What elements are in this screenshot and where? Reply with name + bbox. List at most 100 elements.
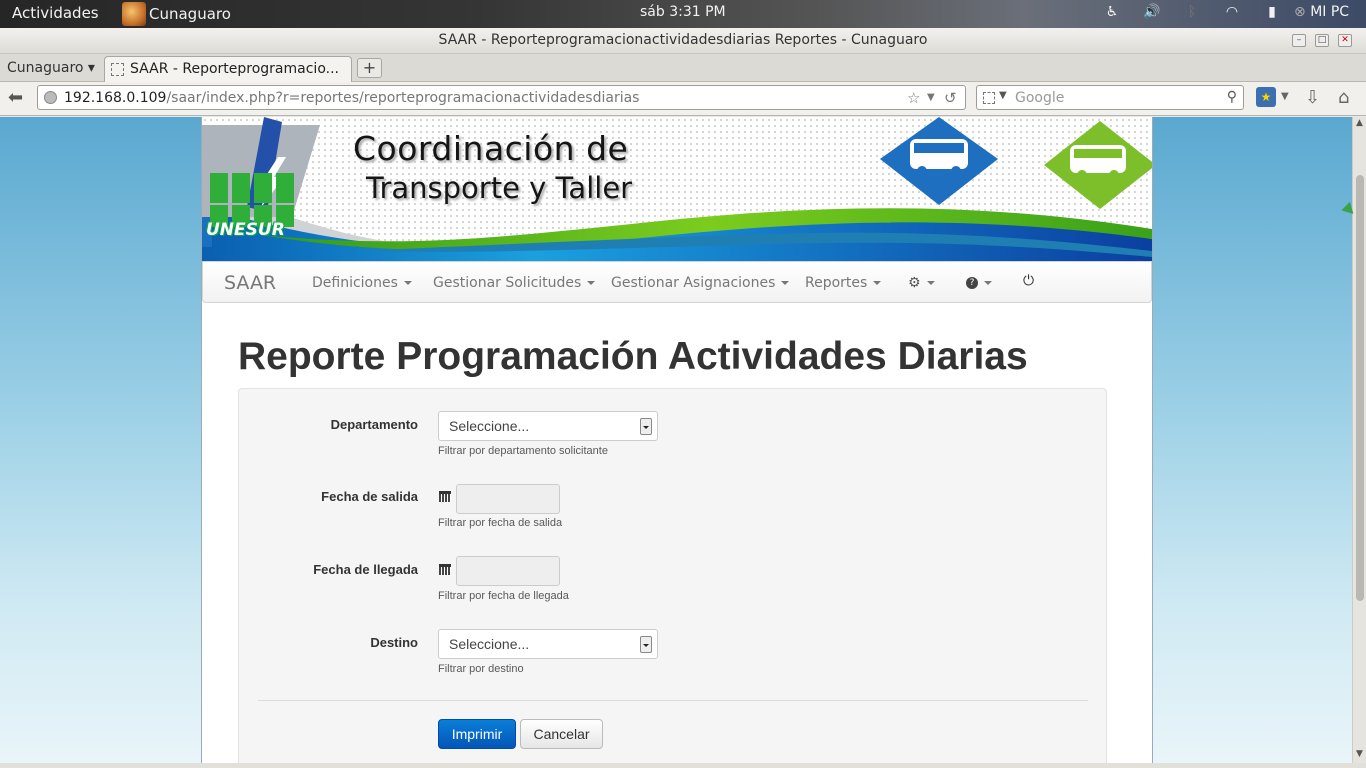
nav-gestionar-asignaciones-label: Gestionar Asignaciones (611, 275, 776, 291)
battery-icon[interactable]: ▮ (1252, 4, 1292, 20)
nav-gestionar-solicitudes-label: Gestionar Solicitudes (433, 275, 582, 291)
departamento-select[interactable]: Seleccione... (438, 411, 658, 441)
departamento-selected-value: Seleccione... (449, 418, 530, 434)
system-tray: ♿ 🔊 ᛒ ◠ ▮ (1092, 4, 1292, 20)
banner-graphics (202, 117, 1152, 261)
calendar-icon (439, 564, 451, 575)
window-title-bar: SAAR - Reporteprogramacionactividadesdia… (0, 28, 1366, 54)
home-icon[interactable]: ⌂ (1338, 87, 1349, 108)
header-banner: Coordinación de Transporte y Taller UNES… (202, 117, 1152, 261)
destino-selected-value: Seleccione... (449, 636, 530, 652)
nav-definiciones[interactable]: Definiciones (312, 275, 412, 291)
cancelar-button[interactable]: Cancelar (520, 719, 603, 749)
activities-button[interactable]: Actividades (12, 4, 99, 22)
maximize-window-icon[interactable]: □ (1315, 34, 1329, 47)
app-menu-label: Cunaguaro (149, 5, 231, 23)
search-engine-icon[interactable] (983, 92, 995, 104)
nav-help[interactable]: ? (966, 275, 992, 291)
caret-down-icon (984, 281, 992, 285)
caret-down-icon (403, 281, 412, 285)
reload-icon[interactable]: ↺ (944, 89, 957, 107)
active-tab[interactable]: SAAR - Reporteprogramacio... (104, 56, 352, 82)
destino-select[interactable]: Seleccione... (438, 629, 658, 659)
form-divider (258, 700, 1088, 701)
nav-definiciones-label: Definiciones (312, 275, 398, 291)
user-menu[interactable]: ⊗ MI PC (1294, 4, 1349, 20)
close-window-icon[interactable]: ✕ (1338, 34, 1352, 47)
back-arrow-icon[interactable]: ⬅ (8, 88, 28, 108)
fecha-salida-input[interactable] (456, 484, 560, 514)
bookmarks-dropdown-icon[interactable]: ▼ (1281, 91, 1289, 102)
bookmarks-icon[interactable]: ★ (1256, 87, 1276, 107)
destino-help: Filtrar por destino (438, 663, 524, 675)
page-scrollbar[interactable]: ▲ ▼ (1352, 117, 1366, 763)
web-viewport: Coordinación de Transporte y Taller UNES… (0, 117, 1352, 763)
search-placeholder: Google (1015, 90, 1065, 106)
volume-icon[interactable]: 🔊 (1132, 4, 1172, 20)
scroll-up-icon[interactable]: ▲ (1356, 118, 1363, 128)
imprimir-button[interactable]: Imprimir (438, 719, 516, 749)
banner-title-line2: Transporte y Taller (366, 171, 633, 205)
user-name: MI PC (1310, 4, 1350, 20)
nav-settings[interactable]: ⚙ (908, 275, 935, 291)
banner-title-line1: Coordinación de (353, 129, 629, 168)
accessibility-icon[interactable]: ♿ (1092, 4, 1132, 20)
bookmark-star-icon[interactable]: ☆ (907, 89, 920, 107)
wifi-icon[interactable]: ◠ (1212, 4, 1252, 20)
departamento-help: Filtrar por departamento solicitante (438, 445, 608, 457)
search-icon[interactable]: ⚲ (1227, 89, 1237, 105)
minimize-window-icon[interactable]: – (1292, 34, 1306, 47)
cog-icon: ⚙ (908, 275, 921, 291)
unesur-logo: UNESUR (206, 220, 285, 240)
fecha-salida-help: Filtrar por fecha de salida (438, 517, 563, 529)
desktop-top-bar: Actividades Cunaguaro sáb 3:31 PM ♿ 🔊 ᛒ … (0, 0, 1366, 28)
window-title: SAAR - Reporteprogramacionactividadesdia… (438, 32, 928, 48)
nav-gestionar-asignaciones[interactable]: Gestionar Asignaciones (611, 275, 790, 291)
fecha-llegada-help: Filtrar por fecha de llegada (438, 590, 569, 602)
scrollbar-thumb[interactable] (1356, 175, 1364, 601)
search-bar[interactable]: ▼ Google ⚲ (976, 85, 1244, 110)
url-dropdown-icon[interactable]: ▼ (927, 92, 935, 103)
departamento-label: Departamento (330, 417, 418, 432)
status-strip (0, 763, 1366, 768)
brand-link[interactable]: SAAR (224, 272, 276, 294)
fecha-salida-label: Fecha de salida (321, 489, 418, 504)
caret-down-icon (587, 281, 596, 285)
url-bar[interactable]: 192.168.0.109/saar/index.php?r=reportes/… (37, 85, 966, 110)
bluetooth-icon[interactable]: ᛒ (1172, 4, 1212, 20)
browser-navigation-bar: ⬅ 192.168.0.109/saar/index.php?r=reporte… (0, 82, 1366, 116)
calendar-icon (439, 491, 451, 502)
page-container: Coordinación de Transporte y Taller UNES… (201, 117, 1153, 763)
tab-group-button[interactable]: Cunaguaro ▾ (7, 60, 95, 76)
user-status-icon: ⊗ (1294, 4, 1306, 20)
dropdown-arrow-icon (640, 636, 652, 653)
caret-down-icon (873, 281, 882, 285)
fecha-llegada-input[interactable] (456, 556, 560, 586)
app-navbar: SAAR Definiciones Gestionar Solicitudes … (202, 261, 1152, 303)
search-engine-dropdown-icon[interactable]: ▼ (999, 90, 1007, 101)
power-icon[interactable]: ⏻ (1023, 273, 1034, 289)
page-favicon-icon (111, 63, 124, 76)
page-title: Reporte Programación Actividades Diarias (238, 335, 1028, 378)
downloads-icon[interactable]: ⇩ (1305, 87, 1320, 108)
caret-down-icon (926, 281, 935, 285)
url-path: /saar/index.php?r=reportes/reporteprogra… (166, 90, 640, 106)
dropdown-arrow-icon (640, 418, 652, 435)
report-filter-form: Departamento Seleccione... Filtrar por d… (238, 388, 1107, 763)
tab-title: SAAR - Reporteprogramacio... (130, 61, 339, 77)
site-identity-icon[interactable] (44, 91, 57, 104)
nav-gestionar-solicitudes[interactable]: Gestionar Solicitudes (433, 275, 596, 291)
app-menu[interactable]: Cunaguaro (122, 2, 231, 26)
destino-label: Destino (370, 635, 418, 650)
cunaguaro-app-icon (122, 2, 146, 26)
browser-tab-bar: Cunaguaro ▾ SAAR - Reporteprogramacio...… (0, 54, 1366, 82)
scroll-down-icon[interactable]: ▼ (1356, 749, 1363, 759)
nav-reportes[interactable]: Reportes (805, 275, 882, 291)
new-tab-button[interactable]: + (357, 58, 382, 78)
clock[interactable]: sáb 3:31 PM (640, 4, 726, 20)
fecha-llegada-label: Fecha de llegada (313, 562, 418, 577)
question-circle-icon: ? (966, 277, 978, 289)
caret-down-icon (781, 281, 790, 285)
nav-reportes-label: Reportes (805, 275, 868, 291)
url-host: 192.168.0.109 (64, 90, 167, 106)
